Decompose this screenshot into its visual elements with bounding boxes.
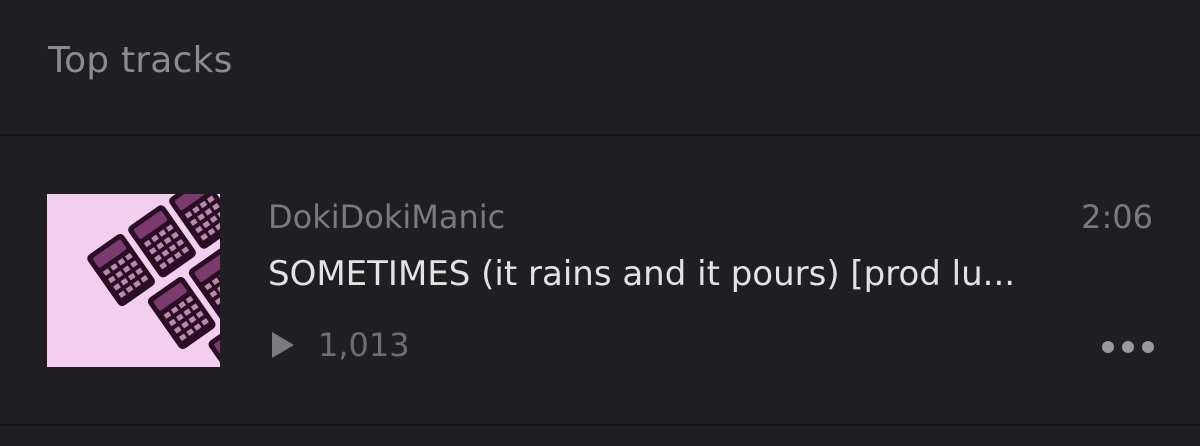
more-options-icon[interactable] bbox=[1102, 340, 1154, 354]
track-artwork[interactable] bbox=[47, 194, 220, 367]
dot-icon bbox=[1102, 341, 1114, 353]
section-header: Top tracks bbox=[0, 0, 1200, 136]
track-row[interactable]: DokiDokiManic 2:06 SOMETIMES (it rains a… bbox=[0, 136, 1200, 424]
top-tracks-screen: Top tracks DokiDokiManic 2:06 SOMETIMES … bbox=[0, 0, 1200, 446]
dot-icon bbox=[1142, 341, 1154, 353]
play-count: 1,013 bbox=[318, 326, 410, 364]
row-divider bbox=[0, 424, 1200, 426]
track-artist[interactable]: DokiDokiManic bbox=[268, 198, 505, 236]
play-icon bbox=[272, 332, 294, 358]
track-title[interactable]: SOMETIMES (it rains and it pours) [prod … bbox=[268, 254, 1154, 294]
dot-icon bbox=[1122, 341, 1134, 353]
section-title: Top tracks bbox=[48, 40, 233, 81]
track-duration: 2:06 bbox=[1081, 198, 1153, 236]
calculators-artwork-image bbox=[47, 194, 220, 367]
